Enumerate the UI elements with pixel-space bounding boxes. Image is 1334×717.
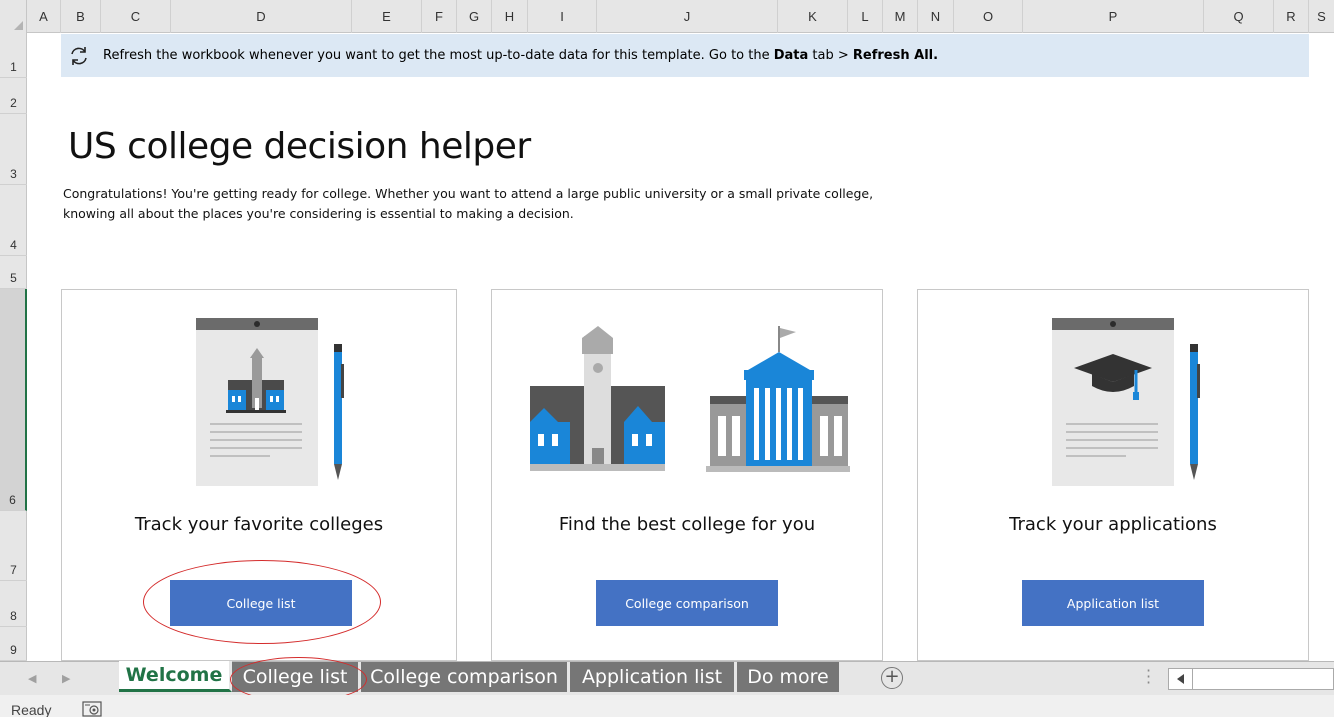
row-7[interactable]: 7	[0, 511, 27, 581]
column-i[interactable]: I	[528, 0, 597, 33]
tab-application-list[interactable]: Application list	[570, 662, 737, 692]
refresh-banner: Refresh the workbook whenever you want t…	[61, 34, 1309, 77]
status-bar: Ready	[0, 695, 1334, 717]
intro-line-2: knowing all about the places you're cons…	[63, 206, 574, 221]
column-n[interactable]: N	[918, 0, 954, 33]
column-p[interactable]: P	[1023, 0, 1204, 33]
tab-scroll-left-icon[interactable]: ◀	[28, 672, 36, 685]
horizontal-scrollbar[interactable]	[1168, 668, 1334, 690]
row-8[interactable]: 8	[0, 581, 27, 627]
column-j[interactable]: J	[597, 0, 778, 33]
college-list-button[interactable]: College list	[170, 580, 352, 626]
tab-scroll-right-icon[interactable]: ▶	[62, 672, 70, 685]
column-g[interactable]: G	[457, 0, 492, 33]
tab-college-list[interactable]: College list	[232, 662, 361, 692]
select-all-corner[interactable]	[0, 0, 27, 33]
row-2[interactable]: 2	[0, 78, 27, 114]
status-ready: Ready	[11, 702, 52, 717]
tab-welcome[interactable]: Welcome	[119, 661, 232, 692]
row-5[interactable]: 5	[0, 256, 27, 289]
card-title-favorite-colleges: Track your favorite colleges	[134, 514, 384, 535]
row-1[interactable]: 1	[0, 33, 27, 78]
college-buildings-icon	[530, 326, 850, 472]
row-9[interactable]: 9	[0, 627, 27, 661]
column-b[interactable]: B	[61, 0, 101, 33]
banner-text: Refresh the workbook whenever you want t…	[103, 48, 939, 63]
scroll-left-icon[interactable]	[1169, 669, 1193, 689]
column-r[interactable]: R	[1274, 0, 1309, 33]
row-header: 1 2 3 4 5 6 7 8 9	[0, 33, 27, 661]
college-comparison-button[interactable]: College comparison	[596, 580, 778, 626]
tab-college-comparison[interactable]: College comparison	[361, 662, 570, 692]
row-6[interactable]: 6	[0, 289, 27, 511]
more-options-icon[interactable]: · · ·	[1146, 663, 1151, 691]
tab-do-more[interactable]: Do more	[737, 662, 842, 692]
column-header: A B C D E F G H I J K L M N O P Q R S	[0, 0, 1334, 33]
column-f[interactable]: F	[422, 0, 457, 33]
column-o[interactable]: O	[954, 0, 1023, 33]
sheet-tab-bar: ◀ ▶ Welcome College list College compari…	[0, 661, 1334, 695]
banner-refresh-all: Refresh All.	[852, 48, 939, 63]
refresh-icon	[71, 46, 87, 65]
column-c[interactable]: C	[101, 0, 171, 33]
column-s[interactable]: S	[1309, 0, 1334, 33]
column-k[interactable]: K	[778, 0, 848, 33]
macro-recording-icon[interactable]	[82, 701, 102, 717]
row-4[interactable]: 4	[0, 185, 27, 256]
column-d[interactable]: D	[171, 0, 352, 33]
page-title: US college decision helper	[68, 126, 531, 167]
intro-line-1: Congratulations! You're getting ready fo…	[63, 186, 874, 201]
banner-data-tab: Data	[773, 48, 809, 63]
column-l[interactable]: L	[848, 0, 883, 33]
notepad-college-icon	[196, 318, 344, 486]
column-a[interactable]: A	[27, 0, 61, 33]
card-title-applications: Track your applications	[1009, 514, 1217, 535]
column-q[interactable]: Q	[1204, 0, 1274, 33]
add-sheet-icon[interactable]: +	[881, 667, 903, 689]
notepad-graduation-cap-icon	[1052, 318, 1200, 486]
column-m[interactable]: M	[883, 0, 918, 33]
column-e[interactable]: E	[352, 0, 422, 33]
row-3[interactable]: 3	[0, 114, 27, 185]
application-list-button[interactable]: Application list	[1022, 580, 1204, 626]
column-h[interactable]: H	[492, 0, 528, 33]
card-title-best-college: Find the best college for you	[558, 514, 816, 535]
